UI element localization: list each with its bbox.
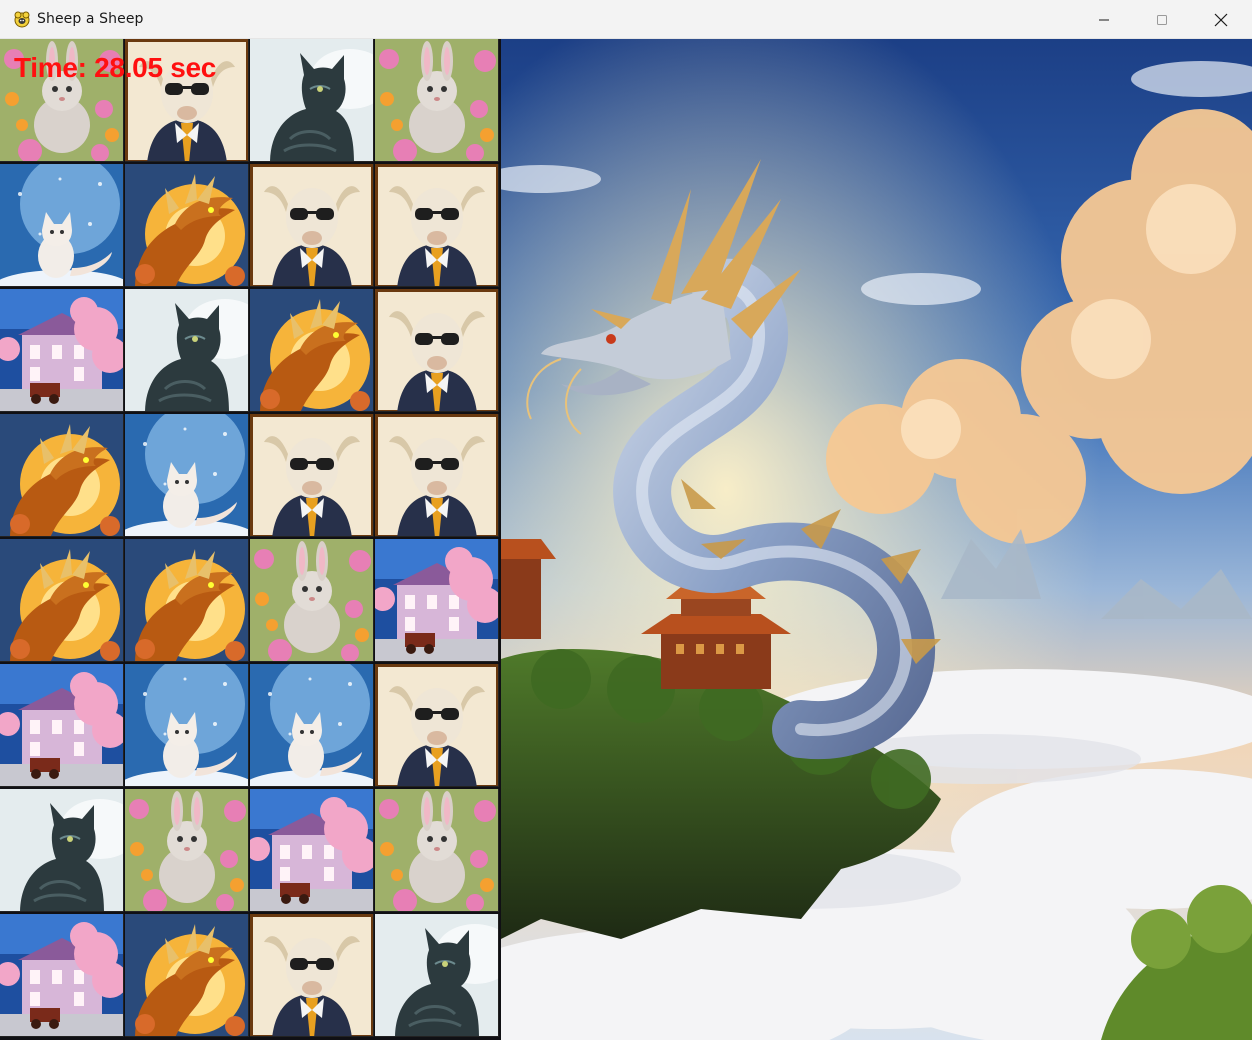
minimize-button[interactable] xyxy=(1075,0,1133,39)
tile-goat[interactable] xyxy=(375,164,499,287)
window-title: Sheep a Sheep xyxy=(37,11,144,27)
tile-goat[interactable] xyxy=(250,414,374,537)
dragon-icon xyxy=(0,414,123,536)
house-icon xyxy=(0,289,123,411)
tile-goat[interactable] xyxy=(375,289,499,412)
cat-icon xyxy=(0,789,123,911)
tile-rabbit[interactable] xyxy=(375,789,499,912)
house-icon xyxy=(0,914,123,1036)
tile-dragon[interactable] xyxy=(125,914,249,1037)
house-icon xyxy=(0,664,123,786)
rabbit-icon xyxy=(125,789,248,911)
rabbit-icon xyxy=(375,39,498,161)
tile-fox[interactable] xyxy=(125,414,249,537)
tile-dragon[interactable] xyxy=(125,539,249,662)
tile-dragon[interactable] xyxy=(125,164,249,287)
minimize-icon xyxy=(1099,19,1109,20)
dragon-background-scene xyxy=(501,39,1252,1040)
tile-house[interactable] xyxy=(0,914,124,1037)
tile-goat[interactable] xyxy=(250,164,374,287)
tile-cat[interactable] xyxy=(250,39,374,162)
tile-cat[interactable] xyxy=(0,789,124,912)
tile-dragon[interactable] xyxy=(0,414,124,537)
tile-house[interactable] xyxy=(0,664,124,787)
dragon-icon xyxy=(125,914,248,1036)
tile-board xyxy=(0,39,501,1040)
tile-fox[interactable] xyxy=(250,664,374,787)
goat-icon xyxy=(375,414,498,536)
tile-rabbit[interactable] xyxy=(375,39,499,162)
tile-cat[interactable] xyxy=(375,914,499,1037)
tile-goat[interactable] xyxy=(250,914,374,1037)
fox-icon xyxy=(0,164,123,286)
tile-goat[interactable] xyxy=(375,414,499,537)
tile-cat[interactable] xyxy=(125,289,249,412)
dragon-icon xyxy=(0,539,123,661)
tile-fox[interactable] xyxy=(0,164,124,287)
tile-house[interactable] xyxy=(375,539,499,662)
tile-goat[interactable] xyxy=(375,664,499,787)
cat-icon xyxy=(375,914,498,1036)
fox-icon xyxy=(125,414,248,536)
rabbit-icon xyxy=(250,539,373,661)
goat-icon xyxy=(250,914,373,1036)
tile-fox[interactable] xyxy=(125,664,249,787)
tile-rabbit[interactable] xyxy=(250,539,374,662)
close-button[interactable] xyxy=(1192,0,1250,39)
rabbit-icon xyxy=(375,789,498,911)
sheep-app-icon xyxy=(12,9,32,29)
fox-icon xyxy=(250,664,373,786)
goat-icon xyxy=(375,164,498,286)
tile-house[interactable] xyxy=(250,789,374,912)
goat-icon xyxy=(250,414,373,536)
goat-icon xyxy=(375,664,498,786)
fox-icon xyxy=(125,664,248,786)
title-bar: Sheep a Sheep xyxy=(0,0,1252,39)
close-icon xyxy=(1214,13,1228,26)
goat-icon xyxy=(250,164,373,286)
maximize-button[interactable] xyxy=(1133,0,1191,39)
goat-icon xyxy=(375,289,498,411)
timer-label: Time: 28.05 sec xyxy=(14,52,217,83)
cat-icon xyxy=(250,39,373,161)
maximize-icon xyxy=(1157,14,1167,25)
cat-icon xyxy=(125,289,248,411)
tile-house[interactable] xyxy=(0,289,124,412)
dragon-icon xyxy=(250,289,373,411)
tile-dragon[interactable] xyxy=(250,289,374,412)
game-canvas: Time: 28.05 sec xyxy=(0,39,1252,1040)
tile-rabbit[interactable] xyxy=(125,789,249,912)
house-icon xyxy=(375,539,498,661)
tile-dragon[interactable] xyxy=(0,539,124,662)
dragon-icon xyxy=(125,539,248,661)
house-icon xyxy=(250,789,373,911)
dragon-icon xyxy=(125,164,248,286)
